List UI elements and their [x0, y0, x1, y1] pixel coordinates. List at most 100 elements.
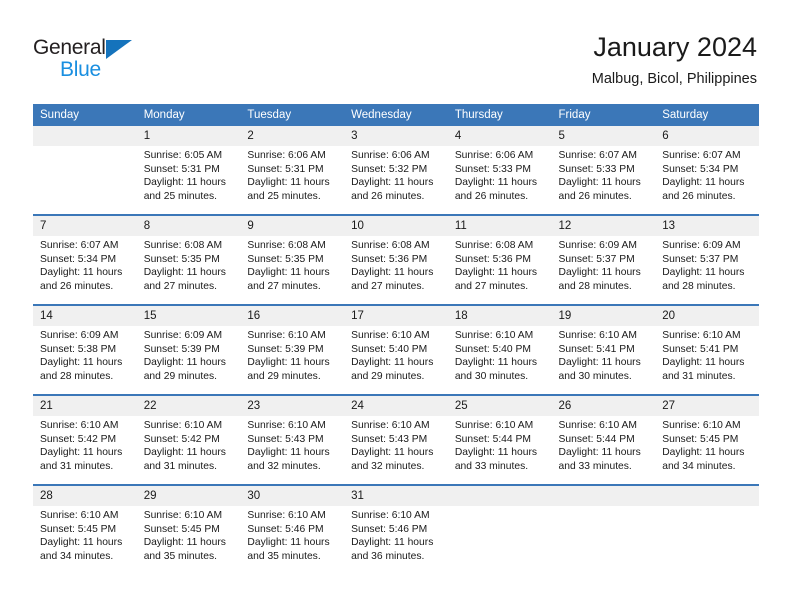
daylight-text-line2: and 28 minutes. — [662, 280, 736, 292]
day-details: Sunrise: 6:10 AM Sunset: 5:44 PM Daylight:… — [448, 416, 552, 473]
day-number: 24 — [344, 396, 448, 416]
sunset-text: Sunset: 5:34 PM — [40, 253, 117, 265]
calendar-day-cell[interactable]: 4 Sunrise: 6:06 AM Sunset: 5:33 PM Daylight… — [447, 126, 552, 214]
sunrise-text: Sunrise: 6:08 AM — [247, 240, 326, 251]
calendar-day-cell[interactable]: 23 Sunrise: 6:10 AM Sunset: 5:43 PM Dayligh… — [240, 396, 345, 484]
daylight-text-line2: and 30 minutes. — [454, 370, 529, 382]
daylight-text-line2: and 28 minutes. — [40, 370, 114, 382]
sunrise-text: Sunrise: 6:10 AM — [662, 330, 741, 341]
calendar-day-cell[interactable]: 1 Sunrise: 6:05 AM Sunset: 5:31 PM Daylight… — [136, 126, 241, 214]
page-title: January 2024 — [593, 32, 757, 62]
day-number: 27 — [655, 396, 759, 416]
calendar-day-cell[interactable]: 28 Sunrise: 6:10 AM Sunset: 5:45 PM Dayligh… — [33, 486, 137, 574]
sunset-text: Sunset: 5:35 PM — [143, 253, 220, 265]
calendar-day-cell[interactable]: 11 Sunrise: 6:08 AM Sunset: 5:36 PM Dayligh… — [447, 216, 552, 304]
calendar-day-cell[interactable]: 6 Sunrise: 6:07 AM Sunset: 5:34 PM Daylight… — [655, 126, 759, 214]
daylight-text-line2: and 33 minutes. — [454, 460, 529, 472]
day-details: Sunrise: 6:06 AM Sunset: 5:33 PM Daylight:… — [448, 146, 552, 203]
day-number: 2 — [240, 126, 345, 146]
sunset-text: Sunset: 5:40 PM — [454, 343, 531, 355]
sunset-text: Sunset: 5:45 PM — [662, 433, 739, 445]
day-details: Sunrise: 6:06 AM Sunset: 5:31 PM Daylight:… — [240, 146, 344, 203]
calendar-day-cell[interactable]: 10 Sunrise: 6:08 AM Sunset: 5:36 PM Dayligh… — [344, 216, 448, 304]
day-details: Sunrise: 6:08 AM Sunset: 5:36 PM Daylight:… — [344, 236, 448, 293]
day-number: 31 — [344, 486, 448, 506]
day-number: 6 — [655, 126, 759, 146]
calendar-day-cell[interactable]: 27 Sunrise: 6:10 AM Sunset: 5:45 PM Dayligh… — [655, 396, 759, 484]
day-details: Sunrise: 6:10 AM Sunset: 5:46 PM Daylight:… — [344, 506, 448, 563]
calendar-grid: Sunday Monday Tuesday Wednesday Thursday… — [33, 104, 759, 574]
calendar-day-cell[interactable]: 17 Sunrise: 6:10 AM Sunset: 5:40 PM Dayligh… — [344, 306, 448, 394]
day-details: Sunrise: 6:10 AM Sunset: 5:45 PM Daylight:… — [33, 506, 137, 563]
day-number: 28 — [33, 486, 137, 506]
daylight-text-line1: Daylight: 11 hours — [40, 447, 123, 459]
calendar-empty-cell — [551, 486, 656, 574]
daylight-text-line1: Daylight: 11 hours — [247, 357, 330, 369]
calendar-day-cell[interactable]: 7 Sunrise: 6:07 AM Sunset: 5:34 PM Daylight… — [33, 216, 137, 304]
sunset-text: Sunset: 5:42 PM — [40, 433, 117, 445]
sunrise-text: Sunrise: 6:09 AM — [143, 330, 223, 341]
sunset-text: Sunset: 5:44 PM — [558, 433, 635, 445]
sunrise-text: Sunrise: 6:06 AM — [351, 150, 430, 161]
calendar-day-cell[interactable]: 19 Sunrise: 6:10 AM Sunset: 5:41 PM Dayligh… — [551, 306, 656, 394]
sunset-text: Sunset: 5:36 PM — [351, 253, 428, 265]
calendar-day-cell[interactable]: 15 Sunrise: 6:09 AM Sunset: 5:39 PM Dayligh… — [136, 306, 241, 394]
daylight-text-line1: Daylight: 11 hours — [247, 267, 330, 279]
daylight-text-line2: and 29 minutes. — [351, 370, 425, 382]
daylight-text-line1: Daylight: 11 hours — [351, 267, 434, 279]
calendar-day-cell[interactable]: 20 Sunrise: 6:10 AM Sunset: 5:41 PM Dayligh… — [655, 306, 759, 394]
calendar-day-cell[interactable]: 24 Sunrise: 6:10 AM Sunset: 5:43 PM Dayligh… — [344, 396, 448, 484]
calendar-day-cell[interactable]: 22 Sunrise: 6:10 AM Sunset: 5:42 PM Dayligh… — [136, 396, 241, 484]
daylight-text-line1: Daylight: 11 hours — [40, 357, 123, 369]
sunrise-text: Sunrise: 6:08 AM — [351, 240, 430, 251]
calendar-day-cell[interactable]: 30 Sunrise: 6:10 AM Sunset: 5:46 PM Dayligh… — [240, 486, 345, 574]
calendar-day-cell[interactable]: 2 Sunrise: 6:06 AM Sunset: 5:31 PM Daylight… — [240, 126, 345, 214]
day-details: Sunrise: 6:10 AM Sunset: 5:42 PM Daylight:… — [33, 416, 137, 473]
calendar-day-cell[interactable]: 18 Sunrise: 6:10 AM Sunset: 5:40 PM Dayligh… — [447, 306, 552, 394]
daylight-text-line2: and 31 minutes. — [143, 460, 217, 472]
day-number: 23 — [240, 396, 345, 416]
day-number: 1 — [136, 126, 241, 146]
day-number: 13 — [655, 216, 759, 236]
general-blue-logo[interactable]: General Blue — [33, 36, 173, 84]
calendar-day-cell[interactable]: 13 Sunrise: 6:09 AM Sunset: 5:37 PM Dayligh… — [655, 216, 759, 304]
calendar-day-cell[interactable]: 8 Sunrise: 6:08 AM Sunset: 5:35 PM Daylight… — [136, 216, 241, 304]
daylight-text-line1: Daylight: 11 hours — [351, 357, 434, 369]
calendar-body: 1 Sunrise: 6:05 AM Sunset: 5:31 PM Daylight… — [33, 126, 759, 574]
day-number — [551, 486, 656, 506]
day-details: Sunrise: 6:09 AM Sunset: 5:38 PM Daylight:… — [33, 326, 137, 383]
calendar-day-cell[interactable]: 29 Sunrise: 6:10 AM Sunset: 5:45 PM Dayligh… — [136, 486, 241, 574]
calendar-day-cell[interactable]: 12 Sunrise: 6:09 AM Sunset: 5:37 PM Dayligh… — [551, 216, 656, 304]
day-details: Sunrise: 6:06 AM Sunset: 5:32 PM Daylight:… — [344, 146, 448, 203]
calendar-day-cell[interactable]: 14 Sunrise: 6:09 AM Sunset: 5:38 PM Dayligh… — [33, 306, 137, 394]
day-details: Sunrise: 6:07 AM Sunset: 5:34 PM Daylight:… — [33, 236, 137, 293]
calendar-day-cell[interactable]: 25 Sunrise: 6:10 AM Sunset: 5:44 PM Dayligh… — [447, 396, 552, 484]
calendar-day-cell[interactable]: 3 Sunrise: 6:06 AM Sunset: 5:32 PM Daylight… — [344, 126, 448, 214]
sunrise-text: Sunrise: 6:10 AM — [143, 420, 223, 431]
day-number — [655, 486, 759, 506]
daylight-text-line1: Daylight: 11 hours — [662, 177, 745, 189]
sunset-text: Sunset: 5:40 PM — [351, 343, 428, 355]
day-number: 26 — [551, 396, 656, 416]
calendar-day-cell[interactable]: 31 Sunrise: 6:10 AM Sunset: 5:46 PM Dayligh… — [344, 486, 448, 574]
calendar-day-cell[interactable]: 26 Sunrise: 6:10 AM Sunset: 5:44 PM Dayligh… — [551, 396, 656, 484]
sunset-text: Sunset: 5:33 PM — [558, 163, 635, 175]
daylight-text-line1: Daylight: 11 hours — [454, 177, 538, 189]
sunrise-text: Sunrise: 6:05 AM — [143, 150, 223, 161]
day-number: 15 — [136, 306, 241, 326]
sunrise-text: Sunrise: 6:07 AM — [558, 150, 637, 161]
daylight-text-line1: Daylight: 11 hours — [351, 447, 434, 459]
calendar-day-cell[interactable]: 21 Sunrise: 6:10 AM Sunset: 5:42 PM Dayligh… — [33, 396, 137, 484]
calendar-day-cell[interactable]: 9 Sunrise: 6:08 AM Sunset: 5:35 PM Daylight… — [240, 216, 345, 304]
sunrise-text: Sunrise: 6:07 AM — [662, 150, 741, 161]
daylight-text-line2: and 31 minutes. — [40, 460, 114, 472]
sunset-text: Sunset: 5:45 PM — [40, 523, 117, 535]
day-number: 20 — [655, 306, 759, 326]
daylight-text-line1: Daylight: 11 hours — [247, 537, 330, 549]
daylight-text-line1: Daylight: 11 hours — [351, 537, 434, 549]
sunset-text: Sunset: 5:41 PM — [558, 343, 635, 355]
calendar-day-cell[interactable]: 5 Sunrise: 6:07 AM Sunset: 5:33 PM Daylight… — [551, 126, 656, 214]
weekday-header-monday: Monday — [136, 104, 241, 126]
calendar-day-cell[interactable]: 16 Sunrise: 6:10 AM Sunset: 5:39 PM Dayligh… — [240, 306, 345, 394]
weekday-header-thursday: Thursday — [447, 104, 552, 126]
